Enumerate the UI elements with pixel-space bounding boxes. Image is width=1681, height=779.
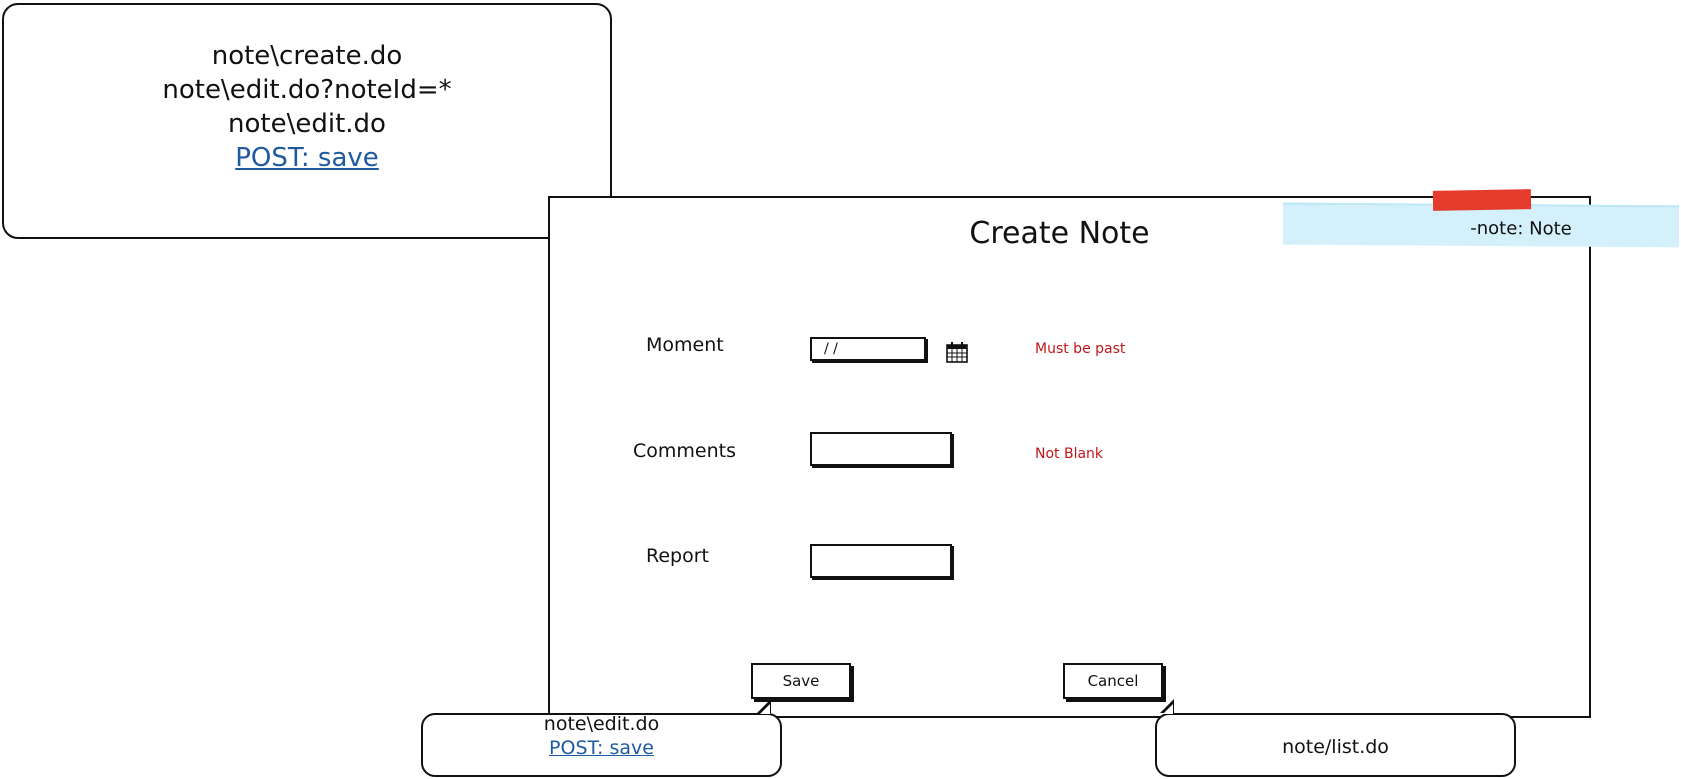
url-edit: note\edit.do [228,109,386,139]
url-annotation-bubble: note\create.do note\edit.do?noteId=* not… [2,3,612,255]
sticky-tape [1432,189,1532,211]
moment-label: Moment [646,334,724,356]
post-save-link[interactable]: POST: save [235,143,379,173]
save-button[interactable]: Save [751,663,851,699]
bubble-tail-cancel-fill [1163,704,1173,714]
cancel-annotation-bubble: note/list.do [1155,713,1516,777]
cancel-button[interactable]: Cancel [1063,663,1163,699]
url-list: note/list.do [1282,736,1389,758]
moment-error: Must be past [1035,341,1126,357]
url-edit-save: note\edit.do [543,713,660,735]
url-create: note\create.do [211,41,403,71]
save-annotation-bubble: note\edit.do POST: save [421,713,782,777]
comments-error: Not Blank [1035,446,1104,462]
comments-field[interactable] [810,432,952,466]
moment-date-field[interactable]: / / [810,337,926,361]
report-label: Report [646,545,709,567]
report-field[interactable] [810,544,952,578]
calendar-icon[interactable] [945,340,969,364]
bubble-tail-save-fill [760,704,770,714]
post-save-link-bottom[interactable]: POST: save [549,737,654,759]
url-edit-with-id: note\edit.do?noteId=* [162,75,452,105]
comments-label: Comments [633,440,736,462]
